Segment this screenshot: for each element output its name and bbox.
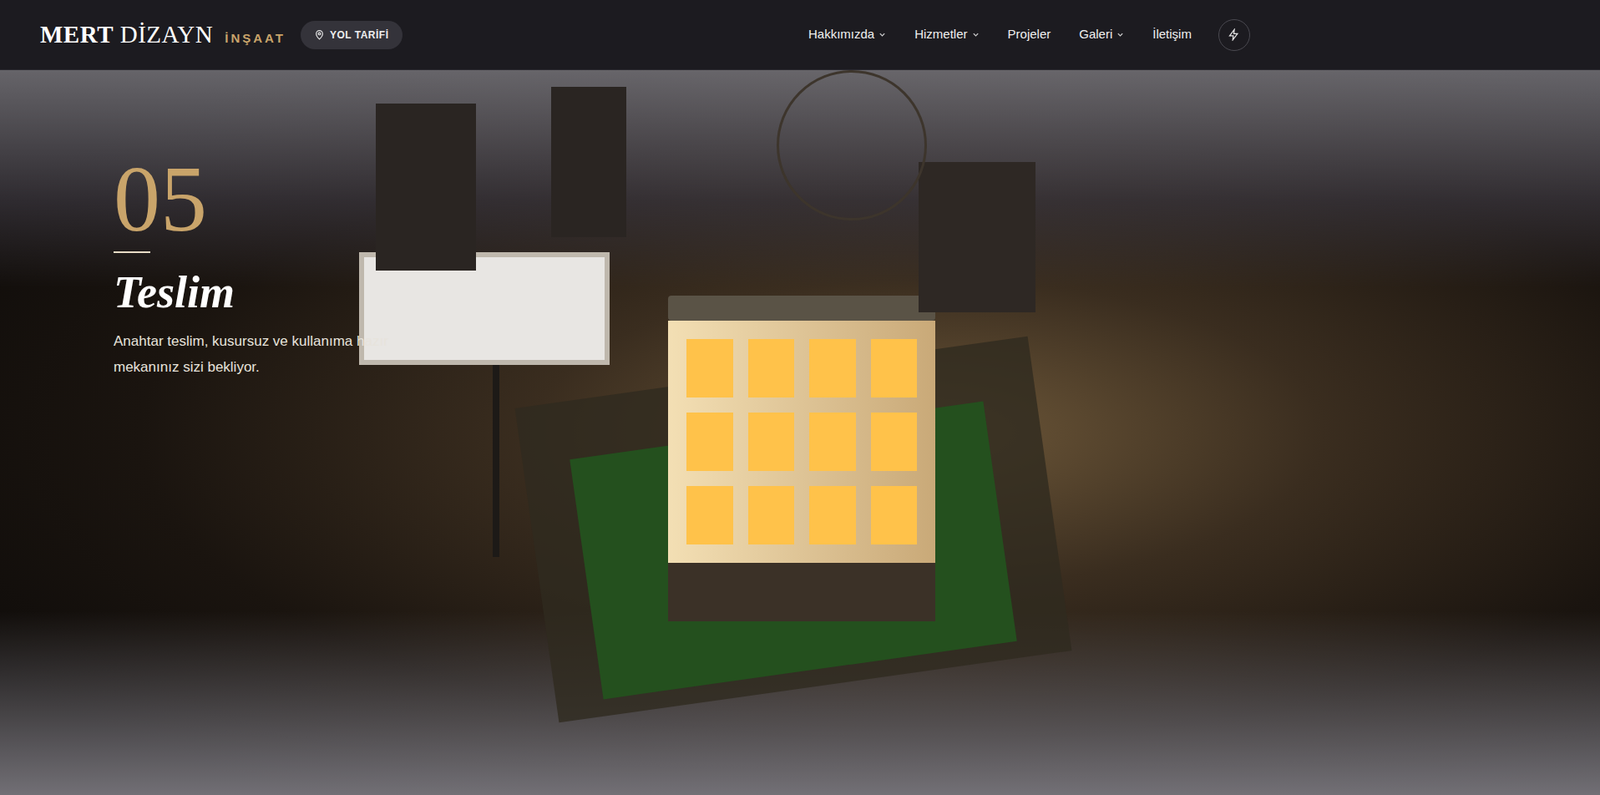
nav-item[interactable]: İletişim: [1152, 25, 1192, 45]
chevron-down-icon[interactable]: [1116, 30, 1125, 39]
location-pin-icon: [313, 29, 325, 41]
nav-label[interactable]: Projeler: [1007, 25, 1052, 45]
top-bar: MERT DİZAYN İNŞAAT YOL TARİFİ Hakkımızda…: [0, 0, 1600, 71]
logo-secondary-text[interactable]: DİZAYN: [120, 20, 213, 48]
main-nav: Hakkımızda Hizmetler Projeler Galeri İletişi…: [808, 25, 1192, 45]
logo-primary-text[interactable]: MERT: [40, 20, 114, 48]
step-number: 05: [113, 156, 208, 242]
scene-image: [0, 70, 1600, 795]
logo-tagline[interactable]: İNŞAAT: [224, 29, 286, 49]
quick-action-button[interactable]: [1218, 19, 1251, 51]
hero-description: Anahtar teslim, kusursuz ve kullanıma ha…: [113, 329, 406, 380]
nav-label[interactable]: Galeri: [1078, 25, 1113, 45]
logo[interactable]: MERT DİZAYN İNŞAAT: [40, 16, 286, 54]
nav-item[interactable]: Projeler: [1007, 25, 1052, 45]
chevron-down-icon[interactable]: [972, 30, 980, 39]
nav-label[interactable]: Hakkımızda: [808, 25, 875, 45]
nav-item[interactable]: Hizmetler: [914, 25, 979, 45]
nav-label[interactable]: Hizmetler: [914, 25, 968, 45]
directions-label[interactable]: YOL TARİFİ: [329, 27, 390, 43]
divider: [113, 251, 151, 254]
nav-label[interactable]: İletişim: [1152, 25, 1192, 45]
lightning-icon: [1227, 28, 1241, 41]
directions-button[interactable]: YOL TARİFİ: [300, 20, 403, 50]
hero: 05 Teslim Anahtar teslim, kusursuz ve ku…: [0, 70, 1600, 795]
hero-title: Teslim: [113, 268, 235, 318]
nav-item[interactable]: Galeri: [1078, 25, 1125, 45]
chevron-down-icon[interactable]: [878, 30, 887, 39]
nav-item[interactable]: Hakkımızda: [808, 25, 887, 45]
